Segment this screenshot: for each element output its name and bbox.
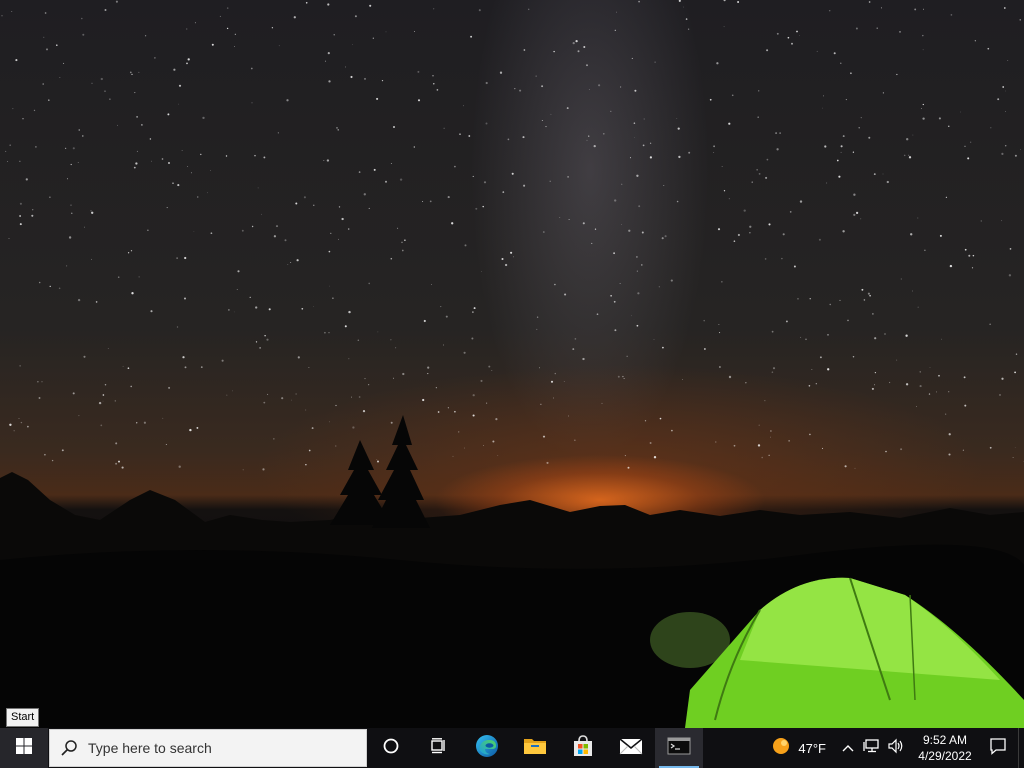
volume-button[interactable]	[884, 728, 908, 768]
show-hidden-icons-button[interactable]	[836, 728, 860, 768]
chevron-up-icon	[842, 739, 854, 757]
edge-icon	[475, 734, 499, 763]
volume-icon	[887, 738, 905, 759]
pine-trees	[330, 415, 430, 528]
microsoft-store-button[interactable]	[559, 728, 607, 768]
terminal-icon	[667, 737, 691, 760]
system-tray: 47°F 9:52 AM 4/29/2022	[772, 728, 1024, 768]
action-center-button[interactable]	[978, 728, 1018, 768]
wallpaper-scene	[0, 0, 1024, 728]
task-view-button[interactable]	[415, 728, 463, 768]
circle-icon	[383, 738, 399, 759]
start-tooltip: Start	[6, 708, 40, 727]
start-button[interactable]	[0, 728, 48, 768]
show-desktop-button[interactable]	[1018, 728, 1024, 768]
store-icon	[572, 734, 594, 762]
search-icon	[50, 739, 88, 757]
command-prompt-button[interactable]	[655, 728, 703, 768]
network-button[interactable]	[860, 728, 884, 768]
clock-date: 4/29/2022	[918, 749, 972, 763]
taskbar: Type here to search 47°F 9:52 AM 4/29/20…	[0, 728, 1024, 768]
weather-temperature: 47°F	[798, 740, 826, 756]
clock-time: 9:52 AM	[922, 733, 968, 747]
clock[interactable]: 9:52 AM 4/29/2022	[912, 732, 978, 764]
notification-icon	[989, 737, 1007, 760]
desktop-wallpaper	[0, 0, 1024, 728]
search-box[interactable]: Type here to search	[49, 729, 367, 767]
sun-cloud-icon	[772, 736, 792, 761]
search-placeholder: Type here to search	[88, 740, 212, 756]
weather-widget[interactable]: 47°F	[772, 736, 836, 761]
folder-icon	[523, 736, 547, 761]
task-view-icon	[430, 737, 448, 759]
network-icon	[863, 738, 881, 759]
edge-button[interactable]	[463, 728, 511, 768]
mail-icon	[619, 737, 643, 760]
cortana-button[interactable]	[367, 728, 415, 768]
mail-button[interactable]	[607, 728, 655, 768]
windows-logo-icon	[16, 737, 32, 759]
file-explorer-button[interactable]	[511, 728, 559, 768]
